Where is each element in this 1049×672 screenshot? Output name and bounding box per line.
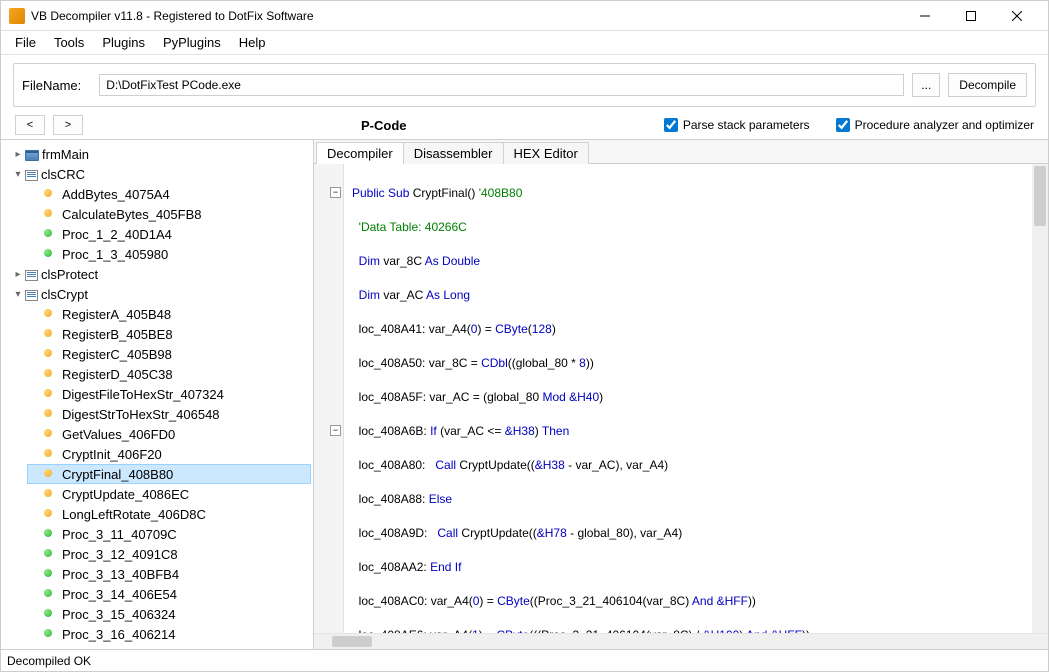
app-icon [9,8,25,24]
decompile-button[interactable]: Decompile [948,73,1027,97]
tree-node-proc314[interactable]: Proc_3_14_406E54 [27,584,311,604]
tree-node-proc313[interactable]: Proc_3_13_40BFB4 [27,564,311,584]
tree-node-proc311[interactable]: Proc_3_11_40709C [27,524,311,544]
menu-help[interactable]: Help [231,33,274,52]
vertical-scrollbar[interactable] [1032,164,1048,633]
method-icon [43,467,59,481]
method-icon [43,607,59,621]
tree-node-proc13[interactable]: Proc_1_3_405980 [27,244,311,264]
code-text[interactable]: −Public Sub CryptFinal() '408B80 'Data T… [314,164,1048,633]
tree-node-calculatebytes[interactable]: CalculateBytes_405FB8 [27,204,311,224]
method-icon [43,327,59,341]
status-text: Decompiled OK [7,654,91,668]
tree-node-addbytes[interactable]: AddBytes_4075A4 [27,184,311,204]
main-area: ▸frmMain ▾clsCRC AddBytes_4075A4 Calcula… [1,139,1048,649]
method-icon [43,447,59,461]
tree-node-proc316[interactable]: Proc_3_16_406214 [27,624,311,644]
nav-forward-button[interactable]: > [53,115,83,135]
form-icon [25,150,39,161]
class-icon [25,270,38,281]
class-icon [25,290,38,301]
tree-node-proc315[interactable]: Proc_3_15_406324 [27,604,311,624]
menu-tools[interactable]: Tools [46,33,92,52]
method-icon [43,627,59,641]
method-icon [43,367,59,381]
tree-node-cryptupdate[interactable]: CryptUpdate_4086EC [27,484,311,504]
method-icon [43,507,59,521]
collapse-icon[interactable]: ▾ [11,167,25,181]
close-button[interactable] [994,1,1040,31]
code-gutter [314,164,344,633]
status-bar: Decompiled OK [1,649,1048,671]
tree-node-registerb[interactable]: RegisterB_405BE8 [27,324,311,344]
proc-analyzer-checkbox[interactable]: Procedure analyzer and optimizer [836,118,1034,132]
menu-file[interactable]: File [7,33,44,52]
tree-node-digestfile[interactable]: DigestFileToHexStr_407324 [27,384,311,404]
class-icon [25,170,38,181]
method-icon [43,487,59,501]
method-icon [43,407,59,421]
proc-analyzer-check[interactable] [836,118,850,132]
expand-icon[interactable]: ▸ [11,147,25,161]
method-icon [43,247,59,261]
fold-icon[interactable]: − [330,187,341,198]
scrollbar-thumb[interactable] [332,636,372,647]
code-body[interactable]: −Public Sub CryptFinal() '408B80 'Data T… [314,164,1048,633]
tree-node-registera[interactable]: RegisterA_405B48 [27,304,311,324]
method-icon [43,587,59,601]
tree-node-proc12[interactable]: Proc_1_2_40D1A4 [27,224,311,244]
horizontal-scrollbar[interactable] [314,633,1048,649]
tree-node-clsprotect[interactable]: ▸clsProtect [9,264,311,284]
file-bar: FileName: ... Decompile [13,63,1036,107]
code-tabs: Decompiler Disassembler HEX Editor [314,140,1048,164]
method-icon [43,347,59,361]
method-icon [43,387,59,401]
fold-icon[interactable]: − [330,425,341,436]
method-icon [43,527,59,541]
filename-input[interactable] [99,74,904,96]
method-icon [43,187,59,201]
tree-node-digeststr[interactable]: DigestStrToHexStr_406548 [27,404,311,424]
menubar: File Tools Plugins PyPlugins Help [1,31,1048,55]
tree-node-getvalues[interactable]: GetValues_406FD0 [27,424,311,444]
titlebar: VB Decompiler v11.8 - Registered to DotF… [1,1,1048,31]
tree-node-clscrypt[interactable]: ▾clsCrypt [9,284,311,304]
method-icon [43,547,59,561]
code-pane: Decompiler Disassembler HEX Editor −Publ… [314,140,1048,649]
tree-node-longleftrotate[interactable]: LongLeftRotate_406D8C [27,504,311,524]
scrollbar-thumb[interactable] [1034,166,1046,226]
tab-disassembler[interactable]: Disassembler [403,142,504,164]
method-icon [43,227,59,241]
tree-node-cryptinit[interactable]: CryptInit_406F20 [27,444,311,464]
tree-node-clscrc[interactable]: ▾clsCRC [9,164,311,184]
method-icon [43,427,59,441]
tree-node-registerd[interactable]: RegisterD_405C38 [27,364,311,384]
minimize-button[interactable] [902,1,948,31]
method-icon [43,207,59,221]
mode-label: P-Code [361,118,407,133]
parse-stack-checkbox[interactable]: Parse stack parameters [664,118,810,132]
tree-node-proc312[interactable]: Proc_3_12_4091C8 [27,544,311,564]
menu-pyplugins[interactable]: PyPlugins [155,33,229,52]
menu-plugins[interactable]: Plugins [94,33,153,52]
method-icon [43,307,59,321]
tree-pane[interactable]: ▸frmMain ▾clsCRC AddBytes_4075A4 Calcula… [1,140,314,649]
browse-button[interactable]: ... [912,73,940,97]
tree-node-registerc[interactable]: RegisterC_405B98 [27,344,311,364]
tree-node-cryptfinal[interactable]: CryptFinal_408B80 [27,464,311,484]
maximize-button[interactable] [948,1,994,31]
filename-label: FileName: [22,78,85,93]
window-title: VB Decompiler v11.8 - Registered to DotF… [31,9,902,23]
parse-stack-check[interactable] [664,118,678,132]
tab-hex[interactable]: HEX Editor [503,142,589,164]
nav-back-button[interactable]: < [15,115,45,135]
tree-node-frmmain[interactable]: ▸frmMain [9,144,311,164]
secondary-toolbar: < > P-Code Parse stack parameters Proced… [1,111,1048,139]
expand-icon[interactable]: ▸ [11,267,25,281]
tab-decompiler[interactable]: Decompiler [316,142,404,164]
collapse-icon[interactable]: ▾ [11,287,25,301]
method-icon [43,567,59,581]
